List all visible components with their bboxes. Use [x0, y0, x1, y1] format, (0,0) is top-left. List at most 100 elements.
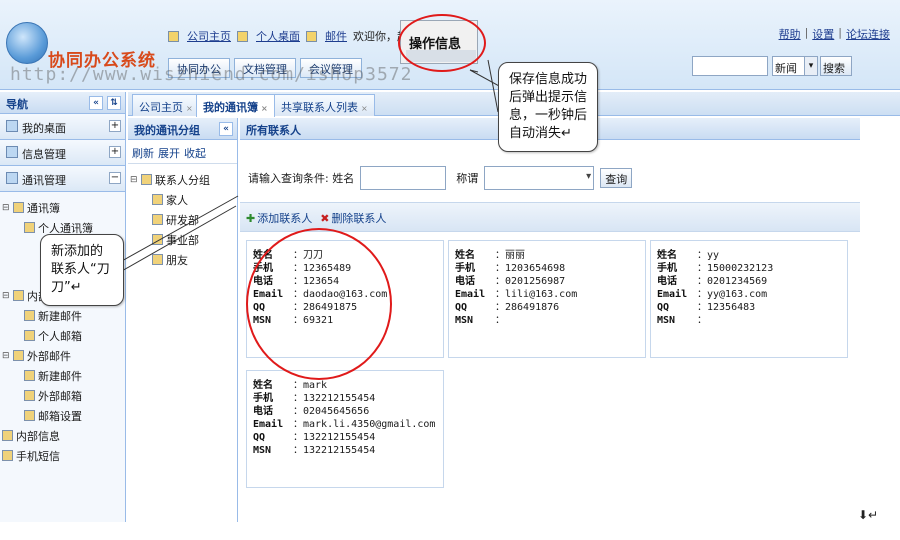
group-title: 我的通讯分组 — [134, 124, 200, 137]
watermark-text: http://www.wiszhiend.com/ishop3572 — [10, 64, 413, 85]
expand-button[interactable]: 展开 — [158, 145, 180, 160]
add-contact-button[interactable]: 添加联系人 — [246, 210, 312, 225]
group-family[interactable]: 家人 — [130, 188, 235, 208]
tree-toggle-icon[interactable]: ⊟ — [2, 203, 10, 213]
contact-phone: 0201256987 — [505, 276, 566, 287]
forum-link[interactable]: 论坛连接 — [846, 26, 890, 42]
tree-item-internal-info[interactable]: 内部信息 — [2, 424, 123, 444]
tree-item-label: 新建邮件 — [38, 309, 82, 323]
mail-folder-icon — [13, 290, 24, 301]
tab-label: 公司主页 — [139, 101, 183, 114]
tree-item-mail-settings[interactable]: 邮箱设置 — [2, 404, 123, 424]
tree-item-sms[interactable]: 手机短信 — [2, 444, 123, 464]
tree-item-label: 事业部 — [166, 233, 199, 247]
group-rnd[interactable]: 研发部 — [130, 208, 235, 228]
collapse-icon[interactable]: − — [109, 172, 121, 184]
tab-my-addressbook[interactable]: 我的通讯簿 × — [196, 94, 275, 117]
collapse-icon[interactable]: « — [89, 96, 103, 110]
tree-item-personal-addressbook[interactable]: 个人通讯簿 — [2, 216, 123, 236]
separator: | — [804, 26, 809, 39]
tree-item-new-mail[interactable]: 新建邮件 — [2, 304, 123, 324]
contact-card[interactable]: 姓名： mark 手机： 132212155454 电话： 02045645656 E… — [246, 370, 444, 488]
tree-item-external-mailbox[interactable]: 外部邮箱 — [2, 384, 123, 404]
group-friends[interactable]: 朋友 — [130, 248, 235, 268]
document-icon — [2, 430, 13, 441]
mail-link[interactable]: 邮件 — [325, 28, 347, 44]
folder-icon — [141, 174, 152, 185]
tree-toggle-icon[interactable]: ⊟ — [2, 351, 10, 361]
close-icon[interactable]: × — [261, 104, 268, 113]
settings-link[interactable]: 设置 — [812, 26, 834, 42]
collapse-icon[interactable]: « — [219, 122, 233, 136]
search-type-select[interactable]: 新闻 — [772, 56, 806, 76]
contact-email: lili@163.com — [505, 289, 578, 300]
tree-item-personal-mailbox[interactable]: 个人邮箱 — [2, 324, 123, 344]
contact-card[interactable]: 姓名： yy 手机： 15000232123 电话： 0201234569 Email… — [650, 240, 848, 358]
tree-item-label: 邮箱设置 — [38, 409, 82, 423]
tab-shared-contacts[interactable]: 共享联系人列表 × — [274, 94, 375, 116]
nav-section-info[interactable]: 信息管理 + — [0, 140, 125, 166]
field-label: MSN — [253, 445, 272, 456]
corner-mark: ⬇↵ — [858, 508, 879, 522]
tree-item-external-mail[interactable]: ⊟ 外部邮件 — [2, 344, 123, 364]
tree-item-label: 外部邮件 — [27, 349, 71, 363]
nav-section-label: 通讯管理 — [22, 174, 66, 187]
contact-qq: 12356483 — [707, 302, 756, 313]
annotation-save-info: 保存信息成功后弹出提示信息，一秒钟后自动消失↵ — [498, 62, 598, 152]
highlight-ellipse-popup — [398, 14, 486, 72]
settings-icon — [24, 410, 35, 421]
nav-header: 导航 « ⇅ — [0, 92, 125, 114]
title-select[interactable] — [484, 166, 595, 190]
collapse-button[interactable]: 收起 — [184, 145, 206, 160]
tab-company-home[interactable]: 公司主页 × — [132, 94, 200, 116]
nav-section-label: 我的桌面 — [22, 122, 66, 135]
tree-item-label: 研发部 — [166, 213, 199, 227]
field-label: 姓名 — [455, 250, 475, 261]
search-input[interactable] — [692, 56, 768, 76]
query-bar: 请输入查询条件: 姓名 称谓 查询 — [240, 158, 860, 198]
help-link[interactable]: 帮助 — [779, 26, 801, 42]
new-mail-icon — [24, 370, 35, 381]
search-button[interactable]: 搜索 — [820, 56, 852, 76]
field-label: 手机 — [253, 393, 273, 404]
tree-item-addressbook[interactable]: ⊟ 通讯簿 — [2, 196, 123, 216]
chevron-down-icon[interactable]: ▾ — [804, 56, 818, 76]
sort-icon[interactable]: ⇅ — [107, 96, 121, 110]
contact-name: mark — [303, 380, 328, 391]
query-button[interactable]: 查询 — [600, 168, 633, 188]
new-mail-icon — [24, 310, 35, 321]
query-title-label: 称谓 — [456, 172, 479, 185]
refresh-button[interactable]: 刷新 — [132, 145, 154, 160]
expand-icon[interactable]: + — [109, 120, 121, 132]
field-label: Email — [455, 289, 486, 300]
delete-contact-button[interactable]: 删除联系人 — [320, 210, 386, 225]
tree-item-label: 手机短信 — [16, 449, 60, 463]
tree-toggle-icon[interactable]: ⊟ — [2, 291, 10, 301]
group-root[interactable]: ⊟ 联系人分组 — [130, 168, 235, 188]
name-query-input[interactable] — [360, 166, 447, 190]
tree-toggle-icon[interactable]: ⊟ — [130, 175, 138, 185]
field-label: MSN — [657, 315, 676, 326]
contacts-icon — [6, 172, 18, 184]
mail-folder-icon — [13, 350, 24, 361]
mailbox-icon — [24, 330, 35, 341]
group-business[interactable]: 事业部 — [130, 228, 235, 248]
expand-icon[interactable]: + — [109, 146, 121, 158]
close-icon[interactable]: × — [361, 104, 368, 113]
nav-section-comm[interactable]: 通讯管理 − — [0, 166, 125, 192]
tree-item-label: 内部信息 — [16, 429, 60, 443]
contact-name: yy — [707, 250, 720, 261]
personal-desktop-link[interactable]: 个人桌面 — [256, 28, 300, 44]
nav-section-desktop[interactable]: 我的桌面 + — [0, 114, 125, 140]
company-home-link[interactable]: 公司主页 — [187, 28, 231, 44]
close-icon[interactable]: × — [186, 104, 193, 113]
logo-globe-icon — [6, 22, 48, 64]
tree-item-label: 朋友 — [166, 253, 188, 267]
group-tree: ⊟ 联系人分组 家人 研发部 事业部 朋友 — [128, 164, 237, 272]
contact-mobile: 1203654698 — [505, 263, 566, 274]
mailbox-icon — [24, 390, 35, 401]
contact-card[interactable]: 姓名：丽丽 手机： 1203654698 电话： 0201256987 Email：… — [448, 240, 646, 358]
tree-item-label: 通讯簿 — [27, 201, 60, 215]
field-label: QQ — [253, 432, 266, 443]
tree-item-new-external-mail[interactable]: 新建邮件 — [2, 364, 123, 384]
